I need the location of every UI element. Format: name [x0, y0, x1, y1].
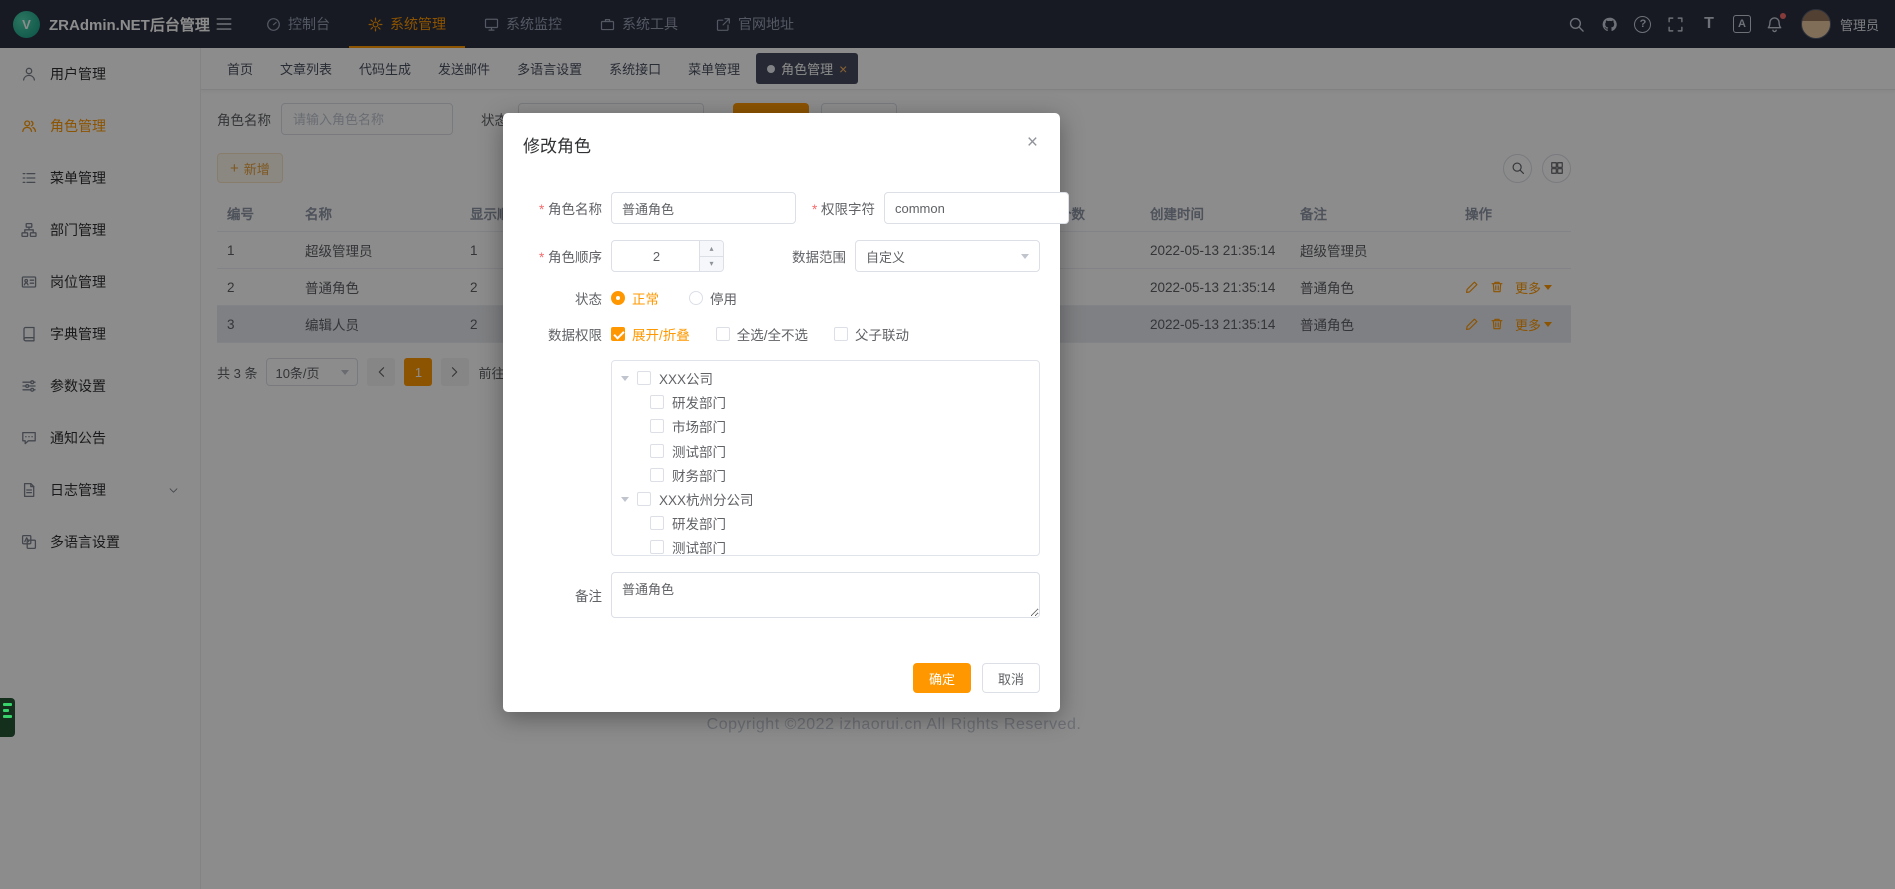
tree-node[interactable]: XXX公司: [612, 366, 1039, 390]
perm-char-item: 权限字符: [796, 192, 1069, 224]
remark-label: 备注: [523, 585, 611, 605]
edit-role-dialog: 修改角色 × 角色名称 权限字符 角色顺序 2 ▴ ▾: [503, 113, 1060, 712]
checkbox-icon[interactable]: [650, 395, 664, 409]
checkbox-icon[interactable]: [637, 371, 651, 385]
tree-node[interactable]: 研发部门: [612, 511, 1039, 535]
tree-node[interactable]: 测试部门: [612, 439, 1039, 463]
status-label: 状态: [523, 288, 611, 308]
checkbox-icon[interactable]: [637, 492, 651, 506]
checkbox-icon: [834, 327, 848, 341]
parent-child-link-checkbox[interactable]: 父子联动: [834, 324, 909, 344]
tree-node-label: 测试部门: [672, 441, 726, 461]
checkbox-label: 全选/全不选: [737, 324, 808, 344]
tree-node-label: 研发部门: [672, 513, 726, 533]
data-scope-item: 数据范围 自定义: [767, 240, 1040, 272]
expand-collapse-checkbox[interactable]: 展开/折叠: [611, 324, 690, 344]
checkbox-icon[interactable]: [650, 419, 664, 433]
tree-node[interactable]: 市场部门: [612, 414, 1039, 438]
confirm-label: 确定: [929, 669, 955, 688]
increase-button[interactable]: ▴: [700, 241, 723, 257]
form-row: 角色顺序 2 ▴ ▾ 数据范围 自定义: [523, 240, 1040, 272]
role-name-field[interactable]: [611, 192, 796, 224]
checkbox-label: 父子联动: [855, 324, 909, 344]
status-radio-disabled[interactable]: 停用: [689, 288, 737, 308]
checkbox-label: 展开/折叠: [632, 324, 690, 344]
stepper-controls: ▴ ▾: [699, 241, 723, 271]
role-order-stepper[interactable]: 2 ▴ ▾: [611, 240, 724, 272]
tree-node-label: XXX公司: [659, 368, 713, 388]
checkbox-icon[interactable]: [650, 444, 664, 458]
decrease-button[interactable]: ▾: [700, 257, 723, 272]
radio-icon: [611, 291, 625, 305]
checkbox-icon[interactable]: [650, 468, 664, 482]
tree-row: XXX公司 研发部门 市场部门 测试部门 财务部门: [523, 360, 1040, 556]
status-radio-normal[interactable]: 正常: [611, 288, 659, 308]
caret-down-icon[interactable]: [621, 497, 629, 506]
checkbox-icon[interactable]: [650, 516, 664, 530]
perm-char-label: 权限字符: [796, 198, 884, 218]
cancel-label: 取消: [998, 669, 1024, 688]
role-order-label: 角色顺序: [523, 246, 611, 266]
chevron-down-icon: [1021, 254, 1029, 263]
dialog-footer: 确定 取消: [523, 663, 1040, 693]
data-scope-label: 数据范围: [767, 246, 855, 266]
tree-node-label: 市场部门: [672, 416, 726, 436]
edit-role-form: 角色名称 权限字符 角色顺序 2 ▴ ▾ 数据范围: [523, 192, 1040, 634]
data-permission-label: 数据权限: [523, 324, 611, 344]
tree-node[interactable]: 测试部门: [612, 535, 1039, 556]
tree-node[interactable]: 研发部门: [612, 390, 1039, 414]
tree-node-label: 测试部门: [672, 537, 726, 556]
tree-node-label: 研发部门: [672, 392, 726, 412]
role-order-item: 角色顺序 2 ▴ ▾: [523, 240, 767, 272]
checkbox-icon: [611, 327, 625, 341]
perm-char-field[interactable]: [884, 192, 1069, 224]
form-row: 角色名称 权限字符: [523, 192, 1040, 224]
checkbox-icon[interactable]: [650, 540, 664, 554]
tree-node-label: 财务部门: [672, 465, 726, 485]
tree-node[interactable]: XXX杭州分公司: [612, 487, 1039, 511]
dock-widget-icon[interactable]: [0, 698, 15, 737]
role-name-label: 角色名称: [523, 198, 611, 218]
close-icon[interactable]: ×: [1027, 133, 1038, 152]
role-name-item: 角色名称: [523, 192, 796, 224]
status-row: 状态 正常 停用: [523, 288, 1040, 308]
dept-tree: XXX公司 研发部门 市场部门 测试部门 财务部门: [611, 360, 1040, 556]
select-all-checkbox[interactable]: 全选/全不选: [716, 324, 808, 344]
checkbox-icon: [716, 327, 730, 341]
radio-label: 停用: [710, 288, 737, 308]
tree-node-label: XXX杭州分公司: [659, 489, 754, 509]
cancel-button[interactable]: 取消: [982, 663, 1040, 693]
data-scope-value: 自定义: [866, 247, 905, 266]
remark-field[interactable]: 普通角色: [611, 572, 1040, 618]
radio-icon: [689, 291, 703, 305]
data-permission-row: 数据权限 展开/折叠 全选/全不选 父子联动: [523, 324, 1040, 344]
remark-row: 备注 普通角色: [523, 572, 1040, 618]
radio-label: 正常: [632, 288, 659, 308]
dialog-title: 修改角色: [523, 132, 1040, 157]
caret-down-icon[interactable]: [621, 376, 629, 385]
tree-node[interactable]: 财务部门: [612, 463, 1039, 487]
confirm-button[interactable]: 确定: [913, 663, 971, 693]
data-scope-select[interactable]: 自定义: [855, 240, 1040, 272]
